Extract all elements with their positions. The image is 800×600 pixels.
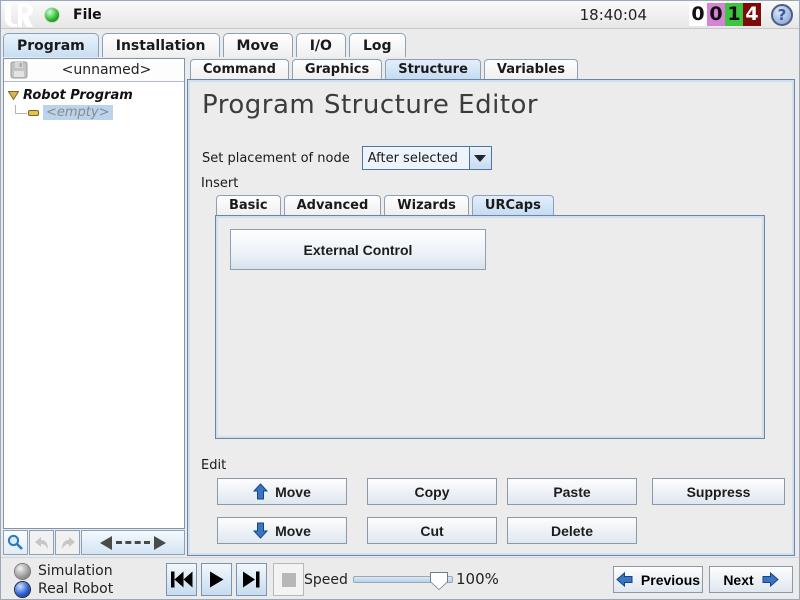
delete-button[interactable]: Delete <box>507 517 637 544</box>
counter-digit: 4 <box>743 3 761 26</box>
placement-label: Set placement of node <box>202 151 350 166</box>
stop-icon <box>281 572 297 588</box>
next-button[interactable]: Next <box>709 566 793 593</box>
node-icon <box>28 110 39 116</box>
speed-value: 100% <box>456 570 499 588</box>
program-tree-panel: <unnamed> Robot Program <empty> <box>3 58 185 529</box>
program-tree: Robot Program <empty> <box>4 82 184 126</box>
tree-root-label: Robot Program <box>23 88 133 103</box>
speed-slider[interactable] <box>353 576 453 583</box>
simulation-radio[interactable]: Simulation <box>15 563 113 579</box>
insert-label: Insert <box>201 176 238 191</box>
tree-child-row[interactable]: <empty> <box>15 104 180 121</box>
tab-graphics[interactable]: Graphics <box>292 59 382 79</box>
paste-button[interactable]: Paste <box>507 478 637 505</box>
placement-value: After selected <box>363 147 469 169</box>
copy-button[interactable]: Copy <box>367 478 497 505</box>
page-title: Program Structure Editor <box>202 90 538 120</box>
nav-left-arrow-icon <box>100 536 112 550</box>
move-up-button[interactable]: Move <box>217 478 347 505</box>
placement-dropdown[interactable]: After selected <box>362 146 492 170</box>
move-down-button[interactable]: Move <box>217 517 347 544</box>
speed-slider-thumb[interactable] <box>430 572 448 590</box>
skip-to-start-button[interactable] <box>166 563 197 596</box>
chevron-down-icon <box>474 155 486 162</box>
top-bar: File 18:40:04 0 0 1 4 ? <box>1 1 800 29</box>
undo-icon <box>34 536 50 550</box>
tab-urcaps[interactable]: URCaps <box>472 195 554 215</box>
suppress-button[interactable]: Suppress <box>652 478 785 505</box>
redo-icon <box>60 536 76 550</box>
file-menu[interactable]: File <box>73 7 102 23</box>
tab-io[interactable]: I/O <box>296 33 346 57</box>
urcaps-panel: External Control <box>215 215 765 439</box>
tab-move[interactable]: Move <box>223 33 293 57</box>
tab-structure[interactable]: Structure <box>385 59 481 79</box>
help-icon[interactable]: ? <box>771 4 793 26</box>
tree-root-row[interactable]: Robot Program <box>8 87 180 104</box>
real-robot-radio[interactable]: Real Robot <box>15 581 113 597</box>
zoom-button[interactable] <box>3 530 28 555</box>
tab-wizards[interactable]: Wizards <box>384 195 469 215</box>
step-navigation-button[interactable] <box>81 530 185 555</box>
undo-button[interactable] <box>29 530 54 555</box>
play-button[interactable] <box>201 563 232 596</box>
nav-right-arrow-icon <box>154 536 166 550</box>
play-icon <box>208 571 225 588</box>
skip-to-start-icon <box>170 571 193 588</box>
tab-command[interactable]: Command <box>190 59 289 79</box>
program-counter: 0 0 1 4 <box>689 3 761 26</box>
program-header: <unnamed> <box>4 59 184 82</box>
arrow-down-icon <box>253 522 268 539</box>
tree-toolbar <box>3 530 185 555</box>
status-orb-icon <box>45 8 59 22</box>
arrow-right-icon <box>762 571 779 588</box>
nav-dashed-line <box>116 541 150 544</box>
counter-digit: 0 <box>707 3 725 26</box>
move-down-label: Move <box>275 523 311 539</box>
main-tab-bar: Program Installation Move I/O Log <box>3 32 409 57</box>
bottom-bar: Simulation Real Robot <box>1 557 800 600</box>
previous-label: Previous <box>641 572 700 588</box>
cut-button[interactable]: Cut <box>367 517 497 544</box>
tree-empty-node[interactable]: <empty> <box>43 105 113 120</box>
clock: 18:40:04 <box>580 6 647 24</box>
simulation-label: Simulation <box>38 563 113 579</box>
move-up-label: Move <box>275 484 311 500</box>
placement-row: Set placement of node After selected <box>202 146 492 170</box>
save-icon <box>9 61 29 79</box>
real-robot-radio-icon[interactable] <box>15 582 30 597</box>
counter-digit: 0 <box>689 3 707 26</box>
dropdown-button[interactable] <box>469 147 491 169</box>
arrow-up-icon <box>253 483 268 500</box>
counter-digit: 1 <box>725 3 743 26</box>
tab-program[interactable]: Program <box>3 33 99 57</box>
speed-label: Speed <box>304 572 348 588</box>
expand-triangle-icon[interactable] <box>8 91 19 100</box>
previous-button[interactable]: Previous <box>613 566 703 593</box>
tab-advanced[interactable]: Advanced <box>284 195 382 215</box>
next-label: Next <box>723 572 753 588</box>
arrow-left-icon <box>616 571 633 588</box>
stop-button[interactable] <box>273 563 304 596</box>
program-name: <unnamed> <box>29 62 184 78</box>
tab-installation[interactable]: Installation <box>102 33 220 57</box>
tab-variables[interactable]: Variables <box>484 59 578 79</box>
tree-connector <box>15 105 27 114</box>
simulation-radio-icon[interactable] <box>15 564 30 579</box>
editor-tab-bar: Command Graphics Structure Variables <box>190 59 581 79</box>
redo-button[interactable] <box>55 530 80 555</box>
step-forward-icon <box>242 571 261 588</box>
structure-editor-panel: Program Structure Editor Set placement o… <box>187 79 795 556</box>
real-robot-label: Real Robot <box>38 581 113 597</box>
step-forward-button[interactable] <box>236 563 267 596</box>
external-control-button[interactable]: External Control <box>230 229 486 270</box>
ur-logo-icon <box>3 2 37 28</box>
magnifier-icon <box>7 534 24 551</box>
polyscope-screen: File 18:40:04 0 0 1 4 ? Program Installa… <box>0 0 800 600</box>
tab-log[interactable]: Log <box>349 33 406 57</box>
edit-label: Edit <box>201 458 226 473</box>
tab-basic[interactable]: Basic <box>216 195 281 215</box>
insert-tab-bar: Basic Advanced Wizards URCaps <box>216 194 557 215</box>
